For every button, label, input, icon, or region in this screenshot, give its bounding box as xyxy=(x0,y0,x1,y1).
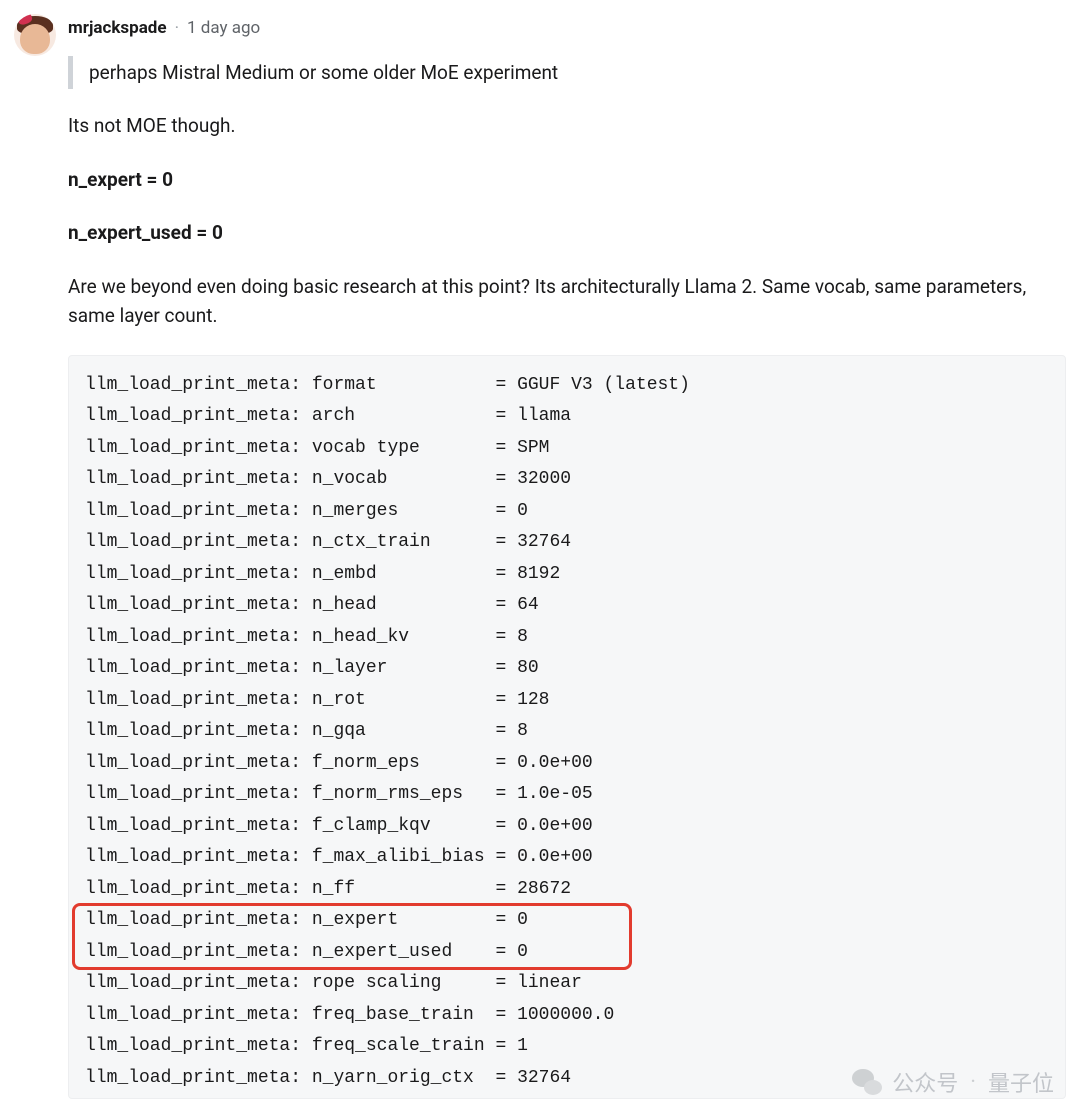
code-line: llm_load_print_meta: n_head_kv = 8 xyxy=(85,622,1049,654)
code-line: llm_load_print_meta: arch = llama xyxy=(85,401,1049,433)
code-line: llm_load_print_meta: rope scaling = line… xyxy=(85,968,1049,1000)
avatar[interactable] xyxy=(14,14,56,56)
code-line: llm_load_print_meta: vocab type = SPM xyxy=(85,433,1049,465)
code-line: llm_load_print_meta: n_merges = 0 xyxy=(85,496,1049,528)
meta-separator: · xyxy=(175,18,179,38)
code-line: llm_load_print_meta: n_yarn_orig_ctx = 3… xyxy=(85,1063,1049,1095)
code-line: llm_load_print_meta: f_clamp_kqv = 0.0e+… xyxy=(85,811,1049,843)
code-line: llm_load_print_meta: freq_scale_train = … xyxy=(85,1031,1049,1063)
comment-content: perhaps Mistral Medium or some older MoE… xyxy=(68,56,1066,1099)
code-line: llm_load_print_meta: n_expert = 0 xyxy=(85,905,1049,937)
comment: mrjackspade · 1 day ago perhaps Mistral … xyxy=(0,0,1080,1099)
code-line: llm_load_print_meta: n_embd = 8192 xyxy=(85,559,1049,591)
username[interactable]: mrjackspade xyxy=(68,18,167,38)
bold-line-n-expert: n_expert = 0 xyxy=(68,165,1066,194)
code-line: llm_load_print_meta: freq_base_train = 1… xyxy=(85,1000,1049,1032)
code-line: llm_load_print_meta: n_ff = 28672 xyxy=(85,874,1049,906)
code-line: llm_load_print_meta: n_expert_used = 0 xyxy=(85,937,1049,969)
comment-meta: mrjackspade · 1 day ago xyxy=(68,18,1066,38)
quote-text: perhaps Mistral Medium or some older MoE… xyxy=(89,61,558,84)
code-line: llm_load_print_meta: f_norm_rms_eps = 1.… xyxy=(85,779,1049,811)
paragraph: Are we beyond even doing basic research … xyxy=(68,272,1066,331)
timestamp[interactable]: 1 day ago xyxy=(187,18,260,38)
code-line: llm_load_print_meta: n_rot = 128 xyxy=(85,685,1049,717)
code-line: llm_load_print_meta: f_norm_eps = 0.0e+0… xyxy=(85,748,1049,780)
code-line: llm_load_print_meta: n_head = 64 xyxy=(85,590,1049,622)
code-line: llm_load_print_meta: n_ctx_train = 32764 xyxy=(85,527,1049,559)
paragraph: Its not MOE though. xyxy=(68,111,1066,140)
code-line: llm_load_print_meta: n_vocab = 32000 xyxy=(85,464,1049,496)
code-line: llm_load_print_meta: format = GGUF V3 (l… xyxy=(85,370,1049,402)
code-line: llm_load_print_meta: n_gqa = 8 xyxy=(85,716,1049,748)
code-block: llm_load_print_meta: format = GGUF V3 (l… xyxy=(68,355,1066,1100)
blockquote: perhaps Mistral Medium or some older MoE… xyxy=(68,56,1066,89)
bold-line-n-expert-used: n_expert_used = 0 xyxy=(68,218,1066,247)
comment-body: mrjackspade · 1 day ago perhaps Mistral … xyxy=(68,12,1066,1099)
code-line: llm_load_print_meta: f_max_alibi_bias = … xyxy=(85,842,1049,874)
code-line: llm_load_print_meta: n_layer = 80 xyxy=(85,653,1049,685)
